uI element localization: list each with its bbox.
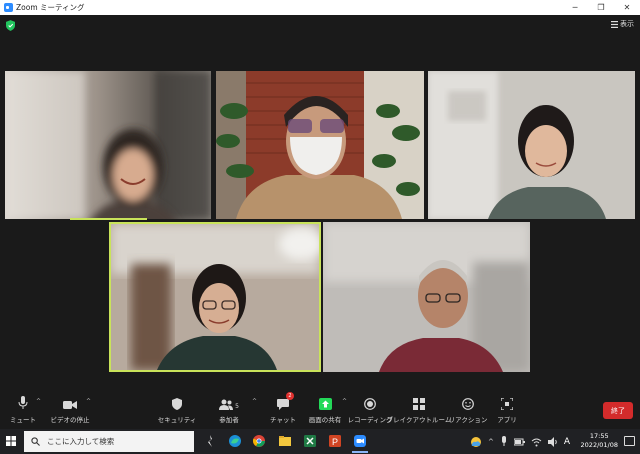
windows-start-icon[interactable]	[6, 436, 16, 446]
wifi-icon[interactable]	[531, 437, 542, 447]
smiley-icon	[462, 398, 474, 410]
participant-video-tile[interactable]	[323, 222, 530, 372]
clock-date: 2022/01/08	[580, 441, 618, 449]
zoom-window: Zoom ミーティング ─ ❐ ✕ 表示 ミュート ^ ビデオの停止 ^ セキュ…	[0, 0, 640, 454]
taskbar-clock[interactable]: 17:55 2022/01/08	[581, 432, 618, 450]
meeting-toolbar: ミュート ^ ビデオの停止 ^ セキュリティ 5 参加者 ^ 2 チャット 画面…	[0, 392, 640, 428]
windows-taskbar: ここに入力して検索 P ^ A 17:55 2022/01/08	[0, 429, 640, 454]
participant-video-tile[interactable]	[216, 71, 424, 219]
participant-video-tile[interactable]	[428, 71, 635, 219]
participant-video	[216, 71, 424, 219]
menu-icon	[611, 20, 618, 28]
minimize-button[interactable]: ─	[562, 0, 588, 15]
notification-center-icon[interactable]	[624, 436, 635, 446]
participant-video	[323, 222, 530, 372]
active-app-indicator	[352, 451, 368, 453]
apps-icon	[501, 398, 513, 410]
chrome-browser-icon[interactable]	[252, 434, 266, 448]
svg-text:P: P	[332, 437, 338, 447]
zoom-app-icon[interactable]	[353, 434, 367, 448]
stop-video-label: ビデオの停止	[50, 416, 90, 424]
security-label: セキュリティ	[157, 416, 197, 424]
chat-label: チャット	[270, 416, 296, 424]
participants-label: 参加者	[219, 416, 239, 424]
participant-video-tile-active[interactable]	[109, 222, 321, 372]
close-button[interactable]: ✕	[614, 0, 640, 15]
record-button[interactable]: レコーディング	[347, 392, 393, 428]
system-tray: ^ A	[470, 429, 570, 454]
mute-button[interactable]: ミュート	[8, 392, 38, 428]
window-title: Zoom ミーティング	[16, 3, 85, 12]
zoom-logo-icon	[4, 3, 13, 12]
microphone-icon[interactable]	[500, 436, 508, 447]
participants-options-caret[interactable]: ^	[252, 398, 257, 405]
tray-expand-caret[interactable]: ^	[488, 438, 494, 446]
breakout-rooms-label: ブレイクアウトルーム	[386, 416, 452, 424]
reactions-button[interactable]: リアクション	[449, 392, 487, 428]
share-screen-icon	[318, 398, 332, 410]
shield-icon[interactable]	[6, 20, 15, 31]
excel-icon[interactable]	[303, 434, 317, 448]
mute-label: ミュート	[10, 416, 36, 424]
share-screen-label: 画面の共有	[308, 416, 342, 424]
participant-video	[5, 71, 211, 219]
maximize-button[interactable]: ❐	[588, 0, 614, 15]
mute-options-caret[interactable]: ^	[36, 398, 41, 405]
window-controls: ─ ❐ ✕	[562, 0, 640, 15]
unknown-app-icon[interactable]	[203, 434, 217, 448]
participant-video-tile[interactable]	[5, 71, 211, 219]
taskbar-search-box[interactable]: ここに入力して検索	[24, 431, 194, 452]
view-label: 表示	[620, 20, 634, 28]
edge-browser-icon[interactable]	[228, 434, 242, 448]
battery-icon[interactable]	[513, 438, 525, 446]
powerpoint-icon[interactable]: P	[328, 434, 342, 448]
title-bar: Zoom ミーティング ─ ❐ ✕	[0, 0, 640, 15]
participants-icon	[219, 399, 234, 410]
video-camera-icon	[63, 401, 77, 409]
reactions-label: リアクション	[448, 416, 488, 424]
participant-video	[428, 71, 635, 219]
clock-time: 17:55	[589, 432, 609, 440]
ime-indicator[interactable]: A	[564, 437, 570, 447]
participants-button[interactable]: 5 参加者	[214, 392, 244, 428]
active-speaker-indicator	[70, 218, 147, 220]
apps-label: アプリ	[497, 416, 517, 424]
view-button[interactable]: 表示	[611, 19, 634, 29]
breakout-rooms-icon	[413, 398, 425, 410]
chat-icon	[277, 399, 289, 410]
breakout-rooms-button[interactable]: ブレイクアウトルーム	[387, 392, 451, 428]
chat-badge: 2	[286, 392, 294, 400]
weather-icon[interactable]	[470, 436, 482, 448]
end-meeting-button[interactable]: 終了	[603, 402, 633, 419]
file-explorer-icon[interactable]	[278, 434, 292, 448]
participants-count: 5	[235, 403, 239, 410]
volume-icon[interactable]	[547, 436, 558, 447]
security-button[interactable]: セキュリティ	[157, 392, 197, 428]
share-options-caret[interactable]: ^	[342, 398, 347, 405]
search-placeholder: ここに入力して検索	[47, 437, 115, 446]
microphone-icon	[18, 396, 28, 409]
chat-button[interactable]: 2 チャット	[268, 392, 298, 428]
apps-button[interactable]: アプリ	[495, 392, 519, 428]
participant-video	[111, 224, 319, 370]
video-options-caret[interactable]: ^	[86, 398, 91, 405]
share-screen-button[interactable]: 画面の共有	[306, 392, 344, 428]
shield-icon	[172, 398, 182, 410]
search-icon	[31, 437, 40, 446]
record-icon	[364, 398, 376, 410]
